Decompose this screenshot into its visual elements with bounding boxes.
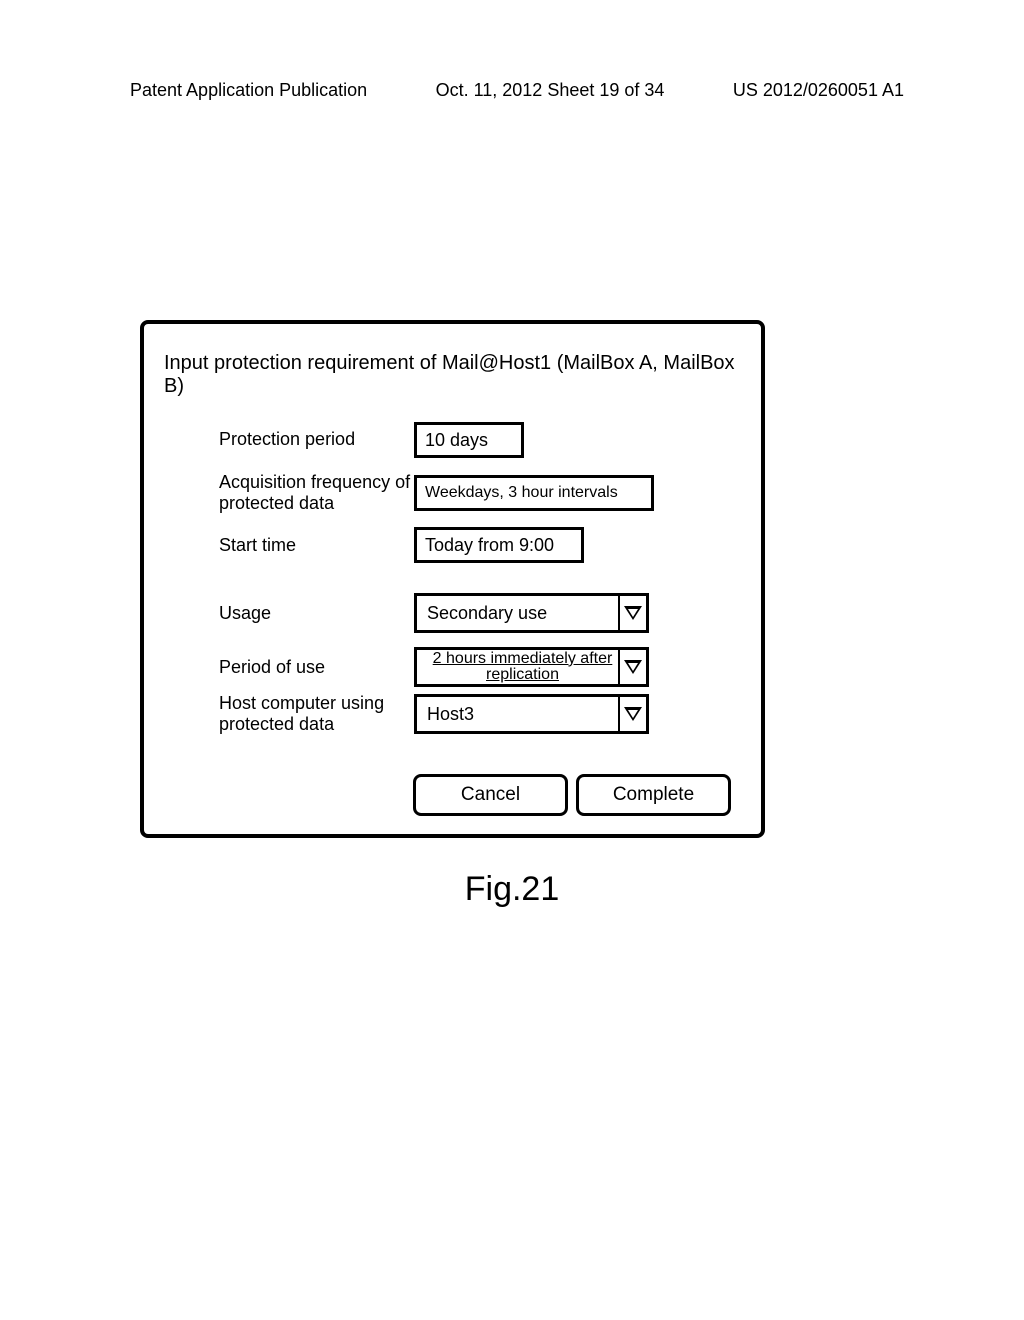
protection-requirement-dialog: Input protection requirement of Mail@Hos…: [140, 320, 765, 838]
dropdown-host-using[interactable]: Host3: [414, 694, 649, 734]
header-center: Oct. 11, 2012 Sheet 19 of 34: [436, 80, 665, 101]
button-row: Cancel Complete: [144, 749, 761, 834]
chevron-down-icon: [618, 697, 646, 731]
dropdown-period-of-use[interactable]: 2 hours immediately after replication: [414, 647, 649, 687]
label-period-of-use: Period of use: [219, 657, 414, 679]
label-acquisition-frequency: Acquisition frequency of protected data: [219, 472, 414, 513]
input-protection-period[interactable]: 10 days: [414, 422, 524, 458]
dialog-title: Input protection requirement of Mail@Hos…: [144, 324, 761, 422]
label-protection-period: Protection period: [219, 429, 414, 451]
input-acquisition-frequency[interactable]: Weekdays, 3 hour intervals: [414, 475, 654, 511]
input-start-time[interactable]: Today from 9:00: [414, 527, 584, 563]
form-area: Protection period 10 days Acquisition fr…: [144, 422, 761, 735]
row-period-of-use: Period of use 2 hours immediately after …: [219, 647, 761, 687]
label-usage: Usage: [219, 603, 414, 625]
header-right: US 2012/0260051 A1: [733, 80, 904, 101]
complete-button[interactable]: Complete: [576, 774, 731, 816]
chevron-down-icon: [618, 650, 646, 684]
row-start-time: Start time Today from 9:00: [219, 527, 761, 563]
dropdown-period-of-use-value: 2 hours immediately after replication: [427, 651, 618, 685]
label-host-using: Host computer using protected data: [219, 693, 414, 734]
row-acquisition-frequency: Acquisition frequency of protected data …: [219, 472, 761, 513]
row-protection-period: Protection period 10 days: [219, 422, 761, 458]
dropdown-usage-value: Secondary use: [427, 603, 618, 624]
page-header: Patent Application Publication Oct. 11, …: [0, 80, 1024, 101]
header-left: Patent Application Publication: [130, 80, 367, 101]
chevron-down-icon: [618, 596, 646, 630]
row-usage: Usage Secondary use: [219, 593, 761, 633]
cancel-button[interactable]: Cancel: [413, 774, 568, 816]
label-start-time: Start time: [219, 535, 414, 557]
figure-caption: Fig.21: [0, 870, 1024, 909]
dropdown-usage[interactable]: Secondary use: [414, 593, 649, 633]
dropdown-host-using-value: Host3: [427, 704, 618, 725]
row-host-using: Host computer using protected data Host3: [219, 693, 761, 734]
